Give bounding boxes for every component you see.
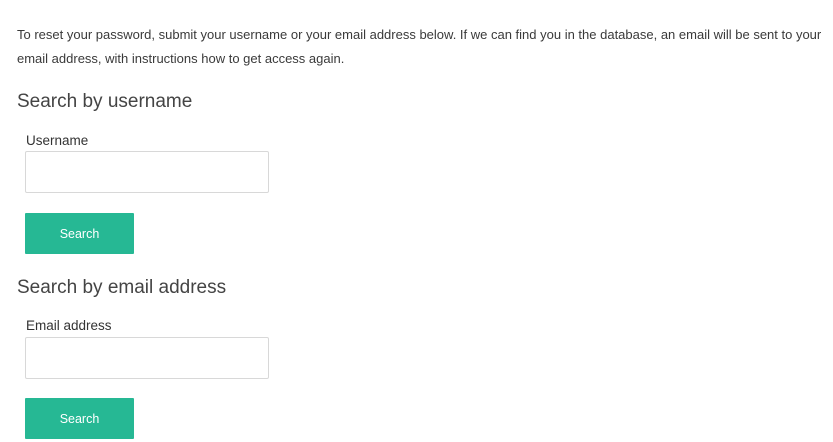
search-by-username-button[interactable]: Search	[25, 213, 134, 254]
username-input[interactable]	[25, 151, 269, 193]
password-reset-page: To reset your password, submit your user…	[0, 0, 833, 442]
username-label: Username	[26, 133, 89, 148]
username-section-heading: Search by username	[17, 91, 193, 112]
email-label: Email address	[26, 318, 112, 333]
email-section-heading: Search by email address	[17, 277, 227, 298]
instructions-text: To reset your password, submit your user…	[17, 27, 822, 66]
email-input[interactable]	[25, 337, 269, 379]
search-by-email-button[interactable]: Search	[25, 398, 134, 439]
